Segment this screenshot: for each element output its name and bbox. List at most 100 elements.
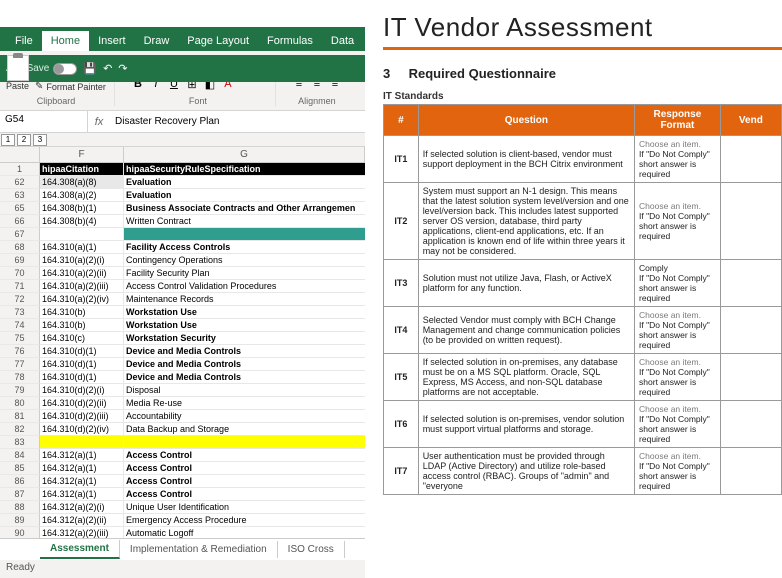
row-header[interactable]: 79 — [0, 384, 40, 397]
outline-level-2[interactable]: 2 — [17, 134, 31, 146]
row-header[interactable]: 69 — [0, 254, 40, 267]
cell[interactable]: 164.310(d)(1) — [40, 345, 124, 358]
cell[interactable]: Automatic Logoff — [124, 527, 365, 538]
cell[interactable]: Access Control — [124, 449, 365, 462]
tab-file[interactable]: File — [6, 31, 42, 51]
cell[interactable]: 164.310(b) — [40, 319, 124, 332]
cell[interactable]: Device and Media Controls — [124, 358, 365, 371]
vendor-cell[interactable] — [720, 401, 781, 448]
sheet-tab-iso[interactable]: ISO Cross — [278, 541, 345, 558]
cell[interactable]: 164.310(b) — [40, 306, 124, 319]
column-header-f[interactable]: F — [40, 147, 124, 163]
response-format[interactable]: ComplyIf "Do Not Comply" short answer is… — [635, 260, 721, 307]
cell[interactable]: 164.310(d)(2)(iv) — [40, 423, 124, 436]
cell[interactable]: 164.312(a)(1) — [40, 449, 124, 462]
response-format[interactable]: Choose an item.If "Do Not Comply" short … — [635, 183, 721, 260]
cell[interactable]: Disposal — [124, 384, 365, 397]
cell[interactable]: Access Control — [124, 462, 365, 475]
row-header[interactable]: 77 — [0, 358, 40, 371]
cell[interactable]: 164.308(b)(4) — [40, 215, 124, 228]
cell[interactable]: Access Control Validation Procedures — [124, 280, 365, 293]
cell[interactable]: 164.310(d)(2)(i) — [40, 384, 124, 397]
cell[interactable]: Facility Security Plan — [124, 267, 365, 280]
sheet-tab-implementation[interactable]: Implementation & Remediation — [120, 541, 278, 558]
redo-icon[interactable]: ↷ — [118, 62, 127, 75]
tab-page-layout[interactable]: Page Layout — [178, 31, 258, 51]
cell[interactable]: hipaaSecurityRuleSpecification — [124, 163, 365, 176]
row-header[interactable]: 78 — [0, 371, 40, 384]
format-painter-button[interactable]: Format Painter — [35, 81, 106, 92]
cell[interactable]: Evaluation — [124, 176, 365, 189]
cell[interactable]: hipaaCitation — [40, 163, 124, 176]
cell[interactable]: Evaluation — [124, 189, 365, 202]
vendor-cell[interactable] — [720, 307, 781, 354]
cell[interactable]: Data Backup and Storage — [124, 423, 365, 436]
row-header[interactable]: 62 — [0, 176, 40, 189]
tab-draw[interactable]: Draw — [135, 31, 179, 51]
vendor-cell[interactable] — [720, 260, 781, 307]
cell[interactable]: Unique User Identification — [124, 501, 365, 514]
cell[interactable]: Workstation Security — [124, 332, 365, 345]
cell[interactable] — [124, 436, 365, 449]
cell[interactable]: 164.312(a)(1) — [40, 488, 124, 501]
sheet-tab-assessment[interactable]: Assessment — [40, 540, 120, 559]
cell[interactable]: 164.312(a)(2)(i) — [40, 501, 124, 514]
cell[interactable]: Workstation Use — [124, 319, 365, 332]
row-header[interactable]: 84 — [0, 449, 40, 462]
cell[interactable]: 164.312(a)(1) — [40, 462, 124, 475]
row-header[interactable]: 80 — [0, 397, 40, 410]
name-box[interactable]: G54 — [0, 111, 88, 132]
cell[interactable] — [124, 228, 365, 241]
cell[interactable]: Accountability — [124, 410, 365, 423]
row-header[interactable]: 67 — [0, 228, 40, 241]
cell[interactable]: 164.310(d)(1) — [40, 371, 124, 384]
fx-icon[interactable]: fx — [88, 116, 110, 128]
cell[interactable]: Access Control — [124, 475, 365, 488]
cell[interactable]: 164.308(b)(1) — [40, 202, 124, 215]
cell[interactable]: Media Re-use — [124, 397, 365, 410]
cell[interactable]: Contingency Operations — [124, 254, 365, 267]
cell[interactable]: Access Control — [124, 488, 365, 501]
cell[interactable]: 164.310(a)(2)(ii) — [40, 267, 124, 280]
cell[interactable]: 164.312(a)(1) — [40, 475, 124, 488]
cell[interactable]: 164.310(d)(1) — [40, 358, 124, 371]
row-header[interactable]: 76 — [0, 345, 40, 358]
row-header[interactable]: 63 — [0, 189, 40, 202]
cell[interactable]: 164.310(a)(1) — [40, 241, 124, 254]
response-format[interactable]: Choose an item.If "Do Not Comply" short … — [635, 401, 721, 448]
cell[interactable]: Facility Access Controls — [124, 241, 365, 254]
cell[interactable]: 164.310(d)(2)(ii) — [40, 397, 124, 410]
vendor-cell[interactable] — [720, 136, 781, 183]
outline-level-3[interactable]: 3 — [33, 134, 47, 146]
cell[interactable]: 164.308(a)(8) — [40, 176, 124, 189]
cell[interactable]: 164.308(a)(2) — [40, 189, 124, 202]
vendor-cell[interactable] — [720, 448, 781, 495]
formula-input[interactable]: Disaster Recovery Plan — [110, 113, 365, 130]
response-format[interactable]: Choose an item.If "Do Not Comply" short … — [635, 448, 721, 495]
cell[interactable]: 164.312(a)(2)(iii) — [40, 527, 124, 538]
cell[interactable]: 164.310(d)(2)(iii) — [40, 410, 124, 423]
row-header[interactable]: 66 — [0, 215, 40, 228]
cell[interactable]: Written Contract — [124, 215, 365, 228]
cell[interactable]: 164.310(c) — [40, 332, 124, 345]
row-header[interactable]: 68 — [0, 241, 40, 254]
row-header[interactable]: 73 — [0, 306, 40, 319]
cell[interactable]: Device and Media Controls — [124, 345, 365, 358]
cell[interactable] — [40, 436, 124, 449]
response-format[interactable]: Choose an item.If "Do Not Comply" short … — [635, 307, 721, 354]
vendor-cell[interactable] — [720, 183, 781, 260]
row-header[interactable]: 83 — [0, 436, 40, 449]
row-header[interactable]: 65 — [0, 202, 40, 215]
row-header[interactable]: 72 — [0, 293, 40, 306]
row-header[interactable]: 71 — [0, 280, 40, 293]
row-header[interactable]: 85 — [0, 462, 40, 475]
outline-level-1[interactable]: 1 — [1, 134, 15, 146]
cell[interactable] — [40, 228, 124, 241]
save-icon[interactable]: 💾 — [83, 62, 97, 75]
response-format[interactable]: Choose an item.If "Do Not Comply" short … — [635, 136, 721, 183]
row-header[interactable]: 90 — [0, 527, 40, 538]
row-header[interactable]: 88 — [0, 501, 40, 514]
cell[interactable]: 164.312(a)(2)(ii) — [40, 514, 124, 527]
response-format[interactable]: Choose an item.If "Do Not Comply" short … — [635, 354, 721, 401]
cell[interactable]: Maintenance Records — [124, 293, 365, 306]
